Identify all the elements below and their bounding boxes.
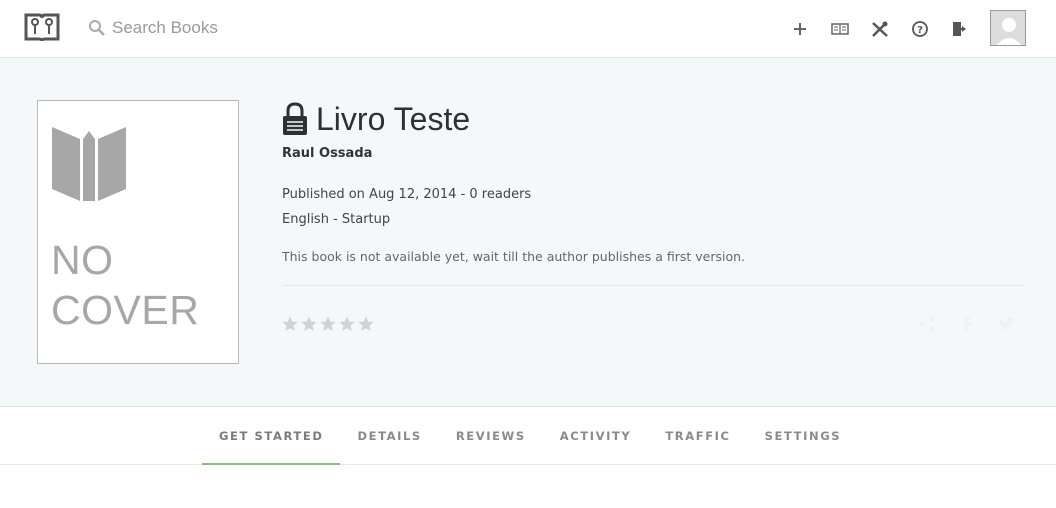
availability-notice: This book is not available yet, wait til… bbox=[282, 249, 746, 264]
top-bar: ? bbox=[0, 0, 1056, 58]
publish-info: Published on Aug 12, 2014 - 0 readers bbox=[282, 187, 532, 202]
star-icon[interactable] bbox=[301, 316, 317, 332]
search-input[interactable] bbox=[112, 18, 312, 38]
tab-reviews[interactable]: REVIEWS bbox=[439, 407, 543, 465]
divider bbox=[282, 285, 1024, 286]
book-cover: NO COVER bbox=[37, 100, 239, 364]
library-icon[interactable] bbox=[820, 0, 860, 58]
star-icon[interactable] bbox=[339, 316, 355, 332]
tab-activity[interactable]: ACTIVITY bbox=[543, 407, 649, 465]
logout-icon[interactable] bbox=[940, 0, 980, 58]
star-icon[interactable] bbox=[282, 316, 298, 332]
title-row: Livro Teste bbox=[282, 98, 1024, 140]
book-category: English - Startup bbox=[282, 212, 391, 227]
svg-text:?: ? bbox=[917, 25, 923, 36]
star-rating[interactable] bbox=[282, 316, 377, 332]
lock-icon bbox=[282, 102, 308, 136]
tab-settings[interactable]: SETTINGS bbox=[748, 407, 859, 465]
book-info: Livro Teste Raul Ossada Published on Aug… bbox=[282, 98, 1024, 334]
book-title: Livro Teste bbox=[316, 100, 471, 137]
avatar[interactable] bbox=[990, 10, 1026, 46]
facebook-icon[interactable] bbox=[958, 315, 976, 333]
no-cover-line2: COVER bbox=[51, 287, 200, 333]
book-cover-icon bbox=[50, 125, 128, 203]
tab-details[interactable]: DETAILS bbox=[340, 407, 438, 465]
tools-icon[interactable] bbox=[860, 0, 900, 58]
search-box bbox=[88, 15, 312, 41]
tab-get-started[interactable]: GET STARTED bbox=[202, 407, 341, 465]
no-cover-line1: NO bbox=[51, 237, 114, 283]
book-tabs: GET STARTED DETAILS REVIEWS ACTIVITY TRAFFIC… bbox=[0, 407, 1056, 465]
book-hero: NO COVER Livro Teste Raul Ossada Publish… bbox=[0, 58, 1056, 407]
help-icon[interactable]: ? bbox=[900, 0, 940, 58]
search-icon bbox=[88, 19, 106, 37]
share-buttons bbox=[896, 315, 1016, 333]
share-icon[interactable] bbox=[918, 315, 936, 333]
tab-traffic[interactable]: TRAFFIC bbox=[648, 407, 747, 465]
star-icon[interactable] bbox=[358, 316, 374, 332]
top-actions: ? bbox=[780, 0, 980, 58]
star-icon[interactable] bbox=[320, 316, 336, 332]
no-cover-text: NO COVER bbox=[51, 235, 199, 335]
logo-book-icon[interactable] bbox=[24, 12, 60, 42]
book-author[interactable]: Raul Ossada bbox=[282, 146, 1024, 161]
plus-icon[interactable] bbox=[780, 0, 820, 58]
rating-row bbox=[282, 314, 1024, 334]
twitter-icon[interactable] bbox=[998, 315, 1016, 333]
